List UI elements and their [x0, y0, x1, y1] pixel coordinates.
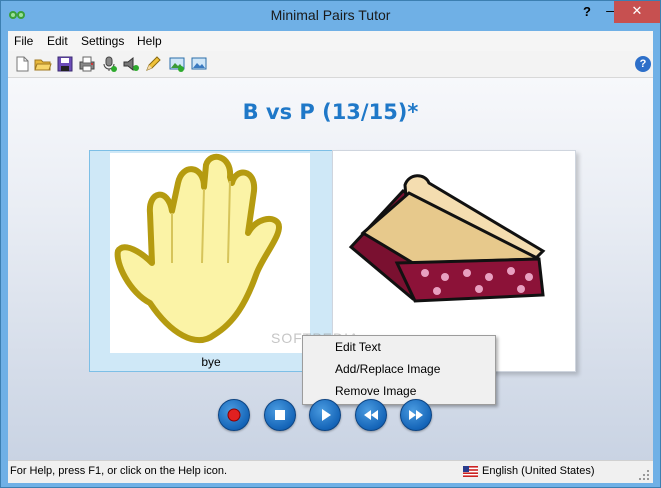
microphone-icon[interactable]: [100, 55, 118, 73]
menu-file[interactable]: File: [14, 34, 33, 48]
print-icon[interactable]: [78, 55, 96, 73]
ctx-add-replace-image[interactable]: Add/Replace Image: [335, 362, 440, 376]
main-panel: B vs P (13/15)* bye Edit Text Add/Replac…: [8, 78, 653, 460]
app-window: Minimal Pairs Tutor ? — ✕ File Edit Sett…: [0, 0, 661, 488]
left-card-image: [110, 153, 310, 353]
record-button[interactable]: [218, 399, 250, 431]
forward-button[interactable]: [400, 399, 432, 431]
status-bar: For Help, press F1, or click on the Help…: [8, 460, 653, 483]
pencil-icon[interactable]: [144, 55, 162, 73]
status-language: English (United States): [482, 465, 595, 477]
rewind-icon: [364, 410, 378, 420]
close-button[interactable]: ✕: [614, 1, 660, 23]
toolbar: ?: [8, 51, 653, 78]
hand-icon: [114, 153, 282, 343]
toolbar-help-icon[interactable]: ?: [635, 56, 651, 72]
context-menu: Edit Text Add/Replace Image Remove Image: [302, 335, 496, 405]
import-image-icon[interactable]: [168, 55, 186, 73]
ctx-edit-text[interactable]: Edit Text: [335, 340, 381, 354]
stop-button[interactable]: [264, 399, 296, 431]
window-title: Minimal Pairs Tutor: [270, 7, 391, 23]
play-button[interactable]: [309, 399, 341, 431]
play-icon: [322, 409, 331, 421]
status-help-text: For Help, press F1, or click on the Help…: [10, 465, 228, 477]
speaker-icon[interactable]: [122, 55, 140, 73]
menu-settings[interactable]: Settings: [81, 34, 124, 48]
open-folder-icon[interactable]: [34, 55, 52, 73]
us-flag-icon: [463, 466, 478, 477]
forward-icon: [409, 410, 423, 420]
save-icon[interactable]: [56, 55, 74, 73]
resize-grip-icon[interactable]: [638, 469, 650, 481]
rewind-button[interactable]: [355, 399, 387, 431]
left-card-caption: bye: [201, 355, 221, 369]
menu-help[interactable]: Help: [137, 34, 162, 48]
title-bar[interactable]: Minimal Pairs Tutor ? — ✕: [1, 1, 660, 31]
page-title: B vs P (13/15)*: [242, 100, 419, 124]
menu-bar: File Edit Settings Help: [8, 31, 653, 51]
menu-edit[interactable]: Edit: [47, 34, 68, 48]
new-file-icon[interactable]: [13, 55, 31, 73]
client-area: File Edit Settings Help ? B vs P (13/15)…: [8, 31, 653, 483]
ctx-remove-image[interactable]: Remove Image: [335, 384, 416, 398]
image-icon[interactable]: [190, 55, 208, 73]
record-icon: [227, 408, 241, 422]
stop-icon: [275, 410, 285, 420]
titlebar-help-button[interactable]: ?: [575, 1, 599, 23]
